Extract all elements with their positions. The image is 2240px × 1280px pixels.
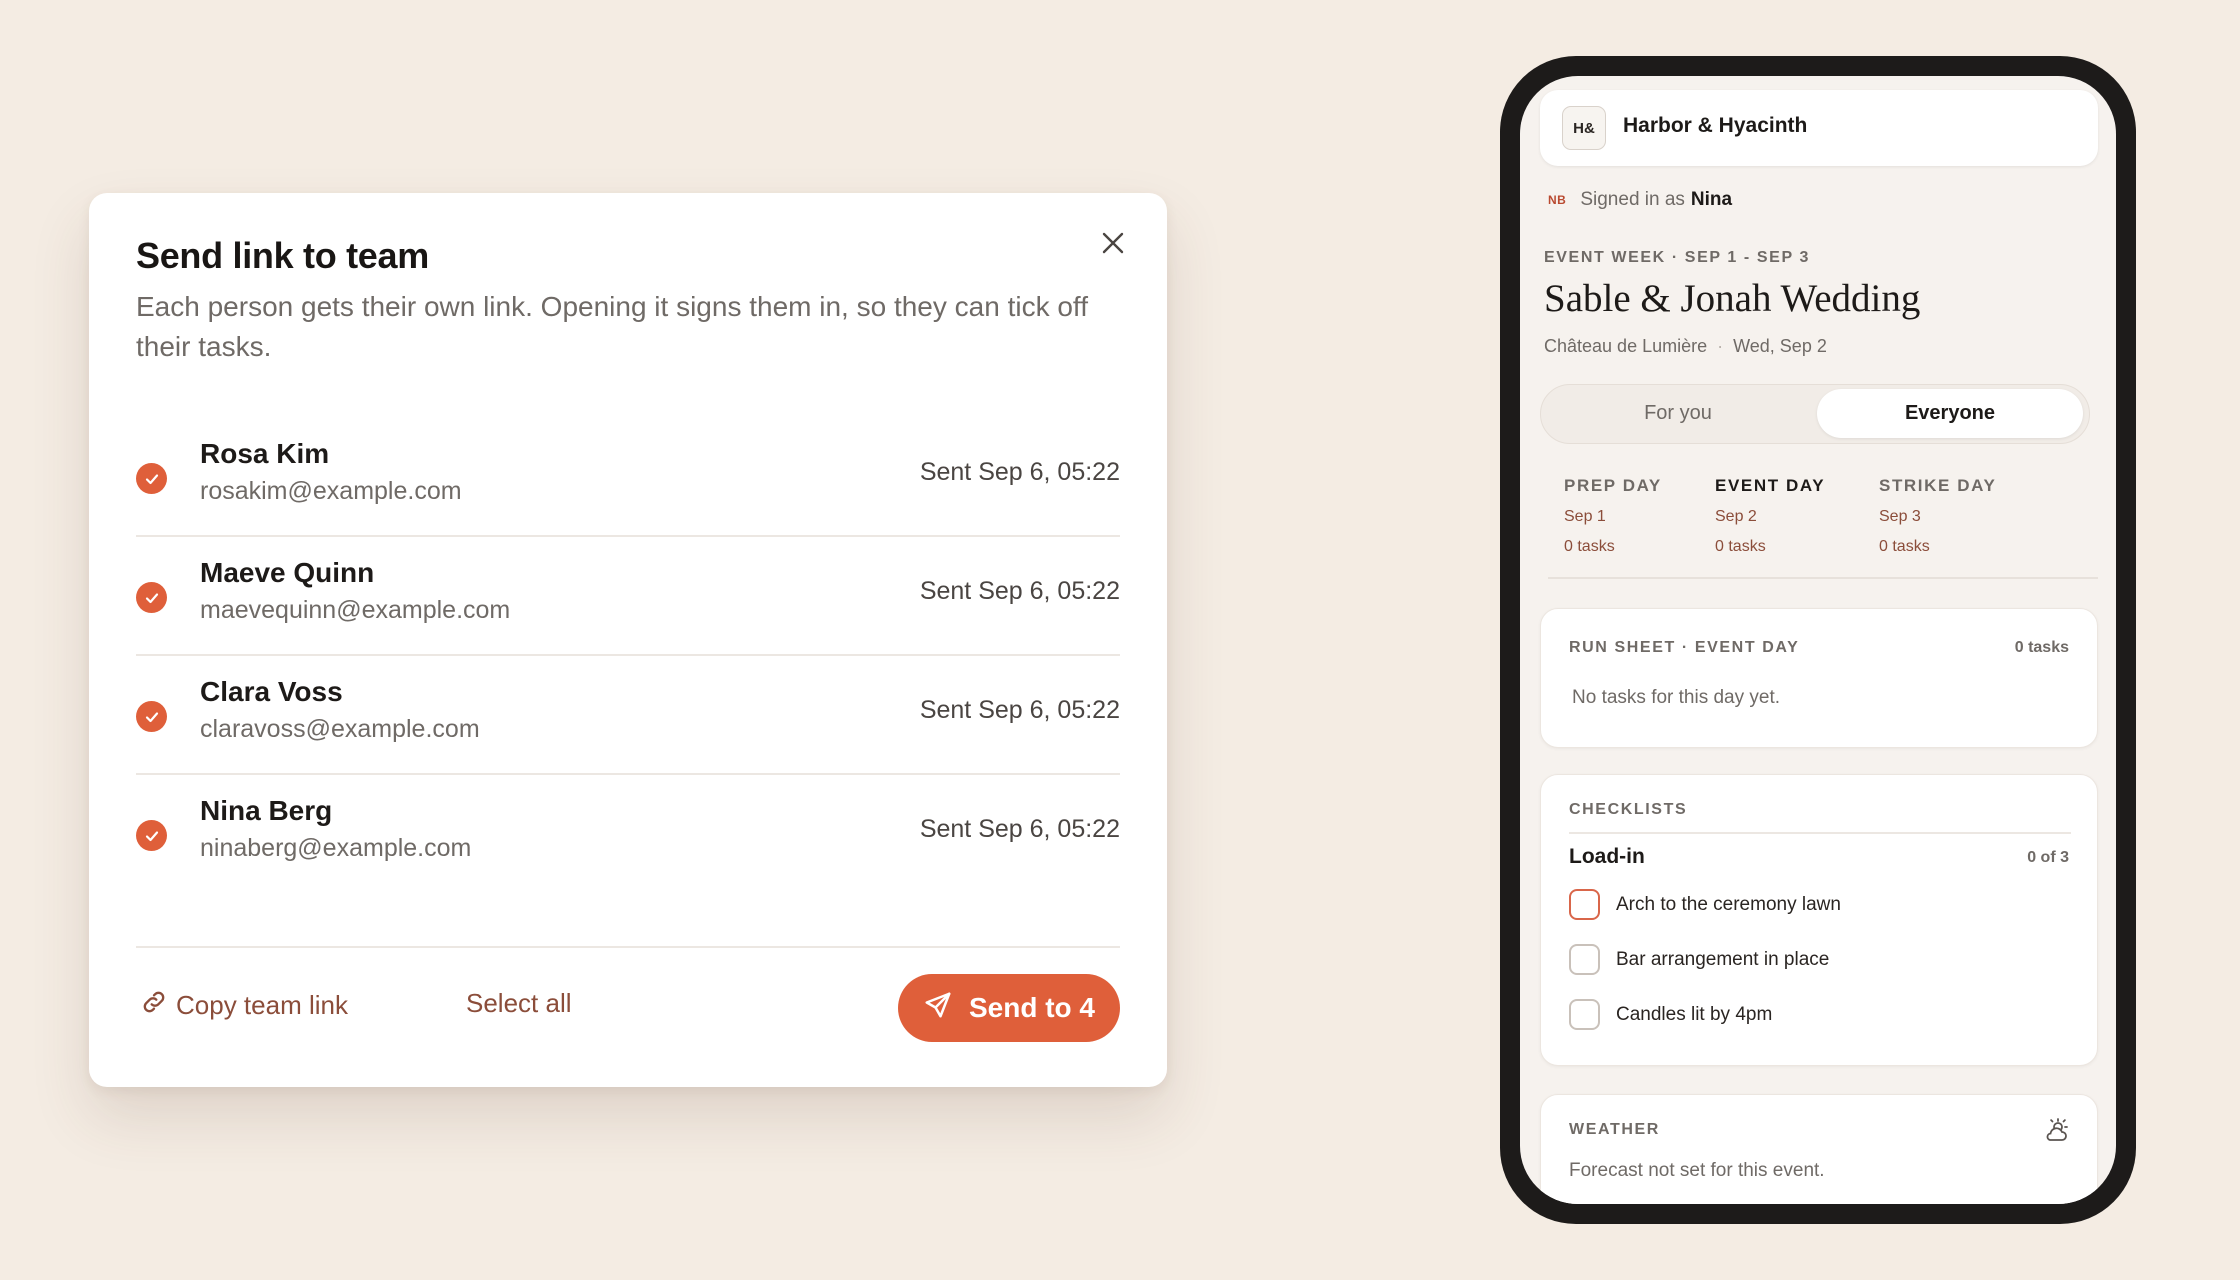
member-email: claravoss@example.com <box>200 715 480 743</box>
member-email: maevequinn@example.com <box>200 596 511 624</box>
day-date: Sep 3 <box>1879 508 1921 525</box>
checklists-header: CHECKLISTS <box>1569 801 1688 818</box>
brand-name: Harbor & Hyacinth <box>1623 114 1808 137</box>
checklist-item-label: Bar arrangement in place <box>1616 948 1830 970</box>
copy-team-link-label: Copy team link <box>176 990 348 1020</box>
checklist-progress: 0 of 3 <box>2027 849 2069 866</box>
run-sheet-count: 0 tasks <box>2014 639 2069 656</box>
forecast-text: Forecast not set for this event. <box>1569 1160 1825 1181</box>
day-label: EVENT DAY <box>1715 476 1826 495</box>
sent-status: Sent Sep 6, 05:22 <box>919 696 1120 724</box>
day-strike[interactable]: STRIKE DAY Sep 3 0 tasks <box>1879 476 1996 556</box>
avatar[interactable]: NB <box>1548 193 1566 207</box>
send-button-label: Send to 4 <box>968 992 1095 1023</box>
checklists-card: CHECKLISTS Load-in 0 of 3 Arch to the ce… <box>1540 774 2098 1066</box>
checkbox[interactable] <box>1569 889 1600 920</box>
checkbox-checked-icon[interactable] <box>136 463 167 494</box>
run-sheet-title: RUN SHEET · EVENT DAY <box>1569 639 1800 656</box>
checkbox-checked-icon[interactable] <box>136 701 167 732</box>
team-member-row[interactable]: Maeve Quinn maevequinn@example.com Sent … <box>136 537 1120 656</box>
day-task-count: 0 tasks <box>1715 538 1766 555</box>
divider <box>1569 832 2071 834</box>
member-name: Nina Berg <box>200 795 333 826</box>
brand-logo[interactable]: H& <box>1562 106 1606 150</box>
tab-everyone[interactable]: Everyone <box>1817 389 2083 438</box>
day-selector: PREP DAY Sep 1 0 tasks EVENT DAY Sep 2 0… <box>1548 476 2098 579</box>
checkbox[interactable] <box>1569 944 1600 975</box>
dialog-footer: Copy team link Select all Send to 4 <box>136 946 1120 1046</box>
checkbox[interactable] <box>1569 999 1600 1030</box>
signed-in-info: NB Signed in as Nina <box>1548 189 1732 211</box>
day-date: Sep 1 <box>1564 508 1606 525</box>
send-link-dialog: Send link to team Each person gets their… <box>89 193 1167 1087</box>
sent-status: Sent Sep 6, 05:22 <box>919 577 1120 605</box>
day-label: STRIKE DAY <box>1879 476 1997 495</box>
checklist-item[interactable]: Candles lit by 4pm <box>1569 999 1772 1030</box>
team-list: Rosa Kim rosakim@example.com Sent Sep 6,… <box>136 418 1120 894</box>
checklist-item[interactable]: Arch to the ceremony lawn <box>1569 889 1841 920</box>
dialog-subtitle: Each person gets their own link. Opening… <box>136 291 1088 362</box>
event-week-label: EVENT WEEK · SEP 1 - SEP 3 <box>1544 249 1810 266</box>
team-member-row[interactable]: Clara Voss claravoss@example.com Sent Se… <box>136 656 1120 775</box>
day-task-count: 0 tasks <box>1879 538 1930 555</box>
day-event[interactable]: EVENT DAY Sep 2 0 tasks <box>1715 476 1825 556</box>
day-date: Sep 2 <box>1715 508 1757 525</box>
close-icon[interactable] <box>1093 223 1133 263</box>
phone-frame: H& Harbor & Hyacinth NB Signed in as Nin… <box>1500 56 2136 1224</box>
team-member-row[interactable]: Rosa Kim rosakim@example.com Sent Sep 6,… <box>136 418 1120 537</box>
sun-cloud-icon <box>2043 1117 2071 1145</box>
event-title: Sable & Jonah Wedding <box>1544 277 1921 320</box>
sent-status: Sent Sep 6, 05:22 <box>919 458 1120 486</box>
meta-separator: · <box>1717 336 1724 356</box>
weather-card: WEATHER Forecast not set for this event. <box>1540 1094 2098 1204</box>
day-label: PREP DAY <box>1564 476 1662 495</box>
member-name: Clara Voss <box>200 676 343 707</box>
send-icon <box>923 990 953 1027</box>
dialog-title: Send link to team <box>136 235 429 276</box>
run-sheet-card: RUN SHEET · EVENT DAY 0 tasks No tasks f… <box>1540 608 2098 748</box>
link-icon <box>140 988 168 1023</box>
member-name: Maeve Quinn <box>200 557 375 588</box>
day-task-count: 0 tasks <box>1564 538 1615 555</box>
signed-in-prefix: Signed in as <box>1580 189 1685 210</box>
member-email: ninaberg@example.com <box>200 834 472 862</box>
day-prep[interactable]: PREP DAY Sep 1 0 tasks <box>1564 476 1662 556</box>
sent-status: Sent Sep 6, 05:22 <box>919 815 1120 843</box>
event-meta: Château de Lumière · Wed, Sep 2 <box>1544 336 1827 357</box>
checkbox-checked-icon[interactable] <box>136 820 167 851</box>
team-member-row[interactable]: Nina Berg ninaberg@example.com Sent Sep … <box>136 775 1120 894</box>
event-date: Wed, Sep 2 <box>1733 336 1827 356</box>
tab-for-you[interactable]: For you <box>1545 389 1811 438</box>
checkbox-checked-icon[interactable] <box>136 582 167 613</box>
empty-state: No tasks for this day yet. <box>1572 687 1781 708</box>
member-email: rosakim@example.com <box>200 477 462 505</box>
signed-in-name: Nina <box>1690 189 1733 210</box>
send-button[interactable]: Send to 4 <box>898 974 1120 1042</box>
select-all-button[interactable]: Select all <box>466 988 572 1019</box>
phone-screen: H& Harbor & Hyacinth NB Signed in as Nin… <box>1520 76 2116 1204</box>
app-header: H& Harbor & Hyacinth <box>1540 90 2098 166</box>
checklist-item-label: Candles lit by 4pm <box>1616 1003 1773 1025</box>
checklist-item-label: Arch to the ceremony lawn <box>1616 893 1841 915</box>
checklist-title: Load-in <box>1569 845 1645 868</box>
weather-title: WEATHER <box>1569 1121 1660 1138</box>
member-name: Rosa Kim <box>200 438 330 469</box>
checklist-item[interactable]: Bar arrangement in place <box>1569 944 1829 975</box>
copy-team-link-button[interactable]: Copy team link <box>140 988 348 1023</box>
venue: Château de Lumière <box>1544 336 1708 356</box>
audience-toggle: For you Everyone <box>1540 384 2090 444</box>
